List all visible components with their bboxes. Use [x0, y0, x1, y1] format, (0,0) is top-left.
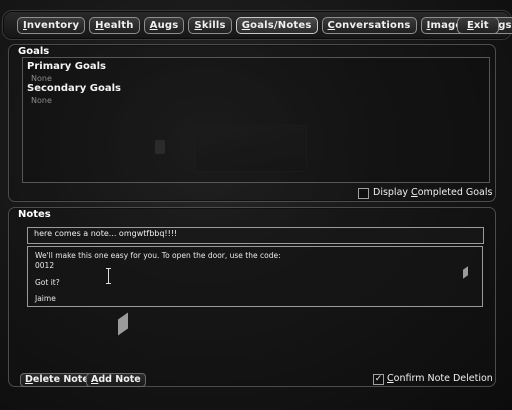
- tab-conversations[interactable]: Conversations: [321, 17, 417, 34]
- add-note-button[interactable]: Add Note: [86, 373, 146, 387]
- goals-list: [22, 57, 490, 183]
- note-line: 0012: [35, 261, 55, 270]
- display-completed-goals-label[interactable]: Display Completed Goals: [373, 187, 492, 198]
- tab-goals-notes[interactable]: Goals/Notes: [235, 17, 318, 34]
- confirm-note-deletion-checkbox[interactable]: ✓: [373, 374, 384, 385]
- note-line: Jaime: [35, 294, 56, 303]
- secondary-goals-heading: Secondary Goals: [27, 83, 121, 94]
- nav-tabs: Inventory Health Augs Skills Goals/Notes…: [17, 17, 512, 34]
- display-completed-goals-checkbox[interactable]: [358, 188, 369, 199]
- primary-goals-none: None: [31, 74, 52, 83]
- notes-title: Notes: [18, 209, 51, 220]
- delete-note-button[interactable]: Delete Note: [20, 373, 94, 387]
- note-list-item-text: here comes a note... omgwtfbbq!!!!: [34, 229, 178, 238]
- tab-health[interactable]: Health: [89, 17, 140, 34]
- note-line: Got it?: [35, 278, 60, 287]
- note-line: We'll make this one easy for you. To ope…: [35, 251, 281, 260]
- secondary-goals-none: None: [31, 96, 52, 105]
- primary-goals-heading: Primary Goals: [27, 61, 106, 72]
- tab-inventory[interactable]: Inventory: [17, 17, 86, 34]
- tab-skills[interactable]: Skills: [188, 17, 232, 34]
- exit-button[interactable]: Exit: [457, 17, 499, 34]
- tab-augs[interactable]: Augs: [143, 17, 185, 34]
- text-cursor-icon: [106, 268, 111, 284]
- confirm-note-deletion-label[interactable]: Confirm Note Deletion: [387, 373, 493, 384]
